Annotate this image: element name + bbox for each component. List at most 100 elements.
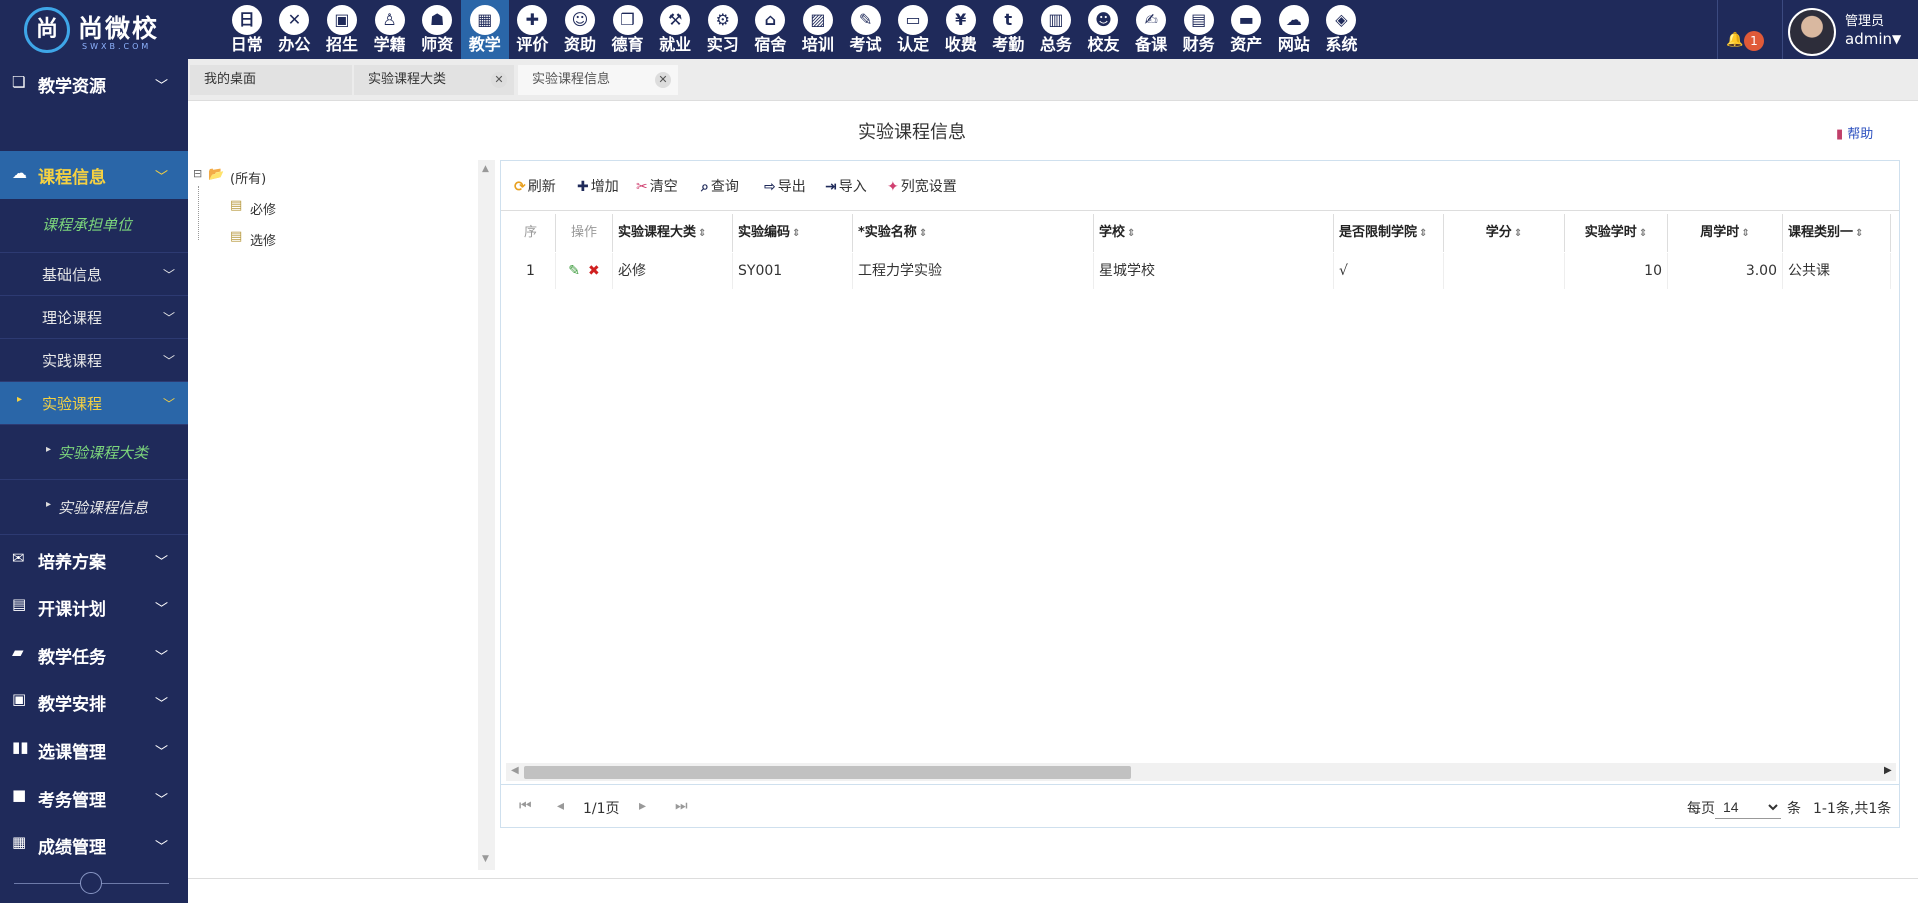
tab-lab-category[interactable]: 实验课程大类 ✕ [354, 65, 514, 95]
column-header-limit-college[interactable]: 是否限制学院 ⇕ [1334, 214, 1444, 252]
user-account[interactable]: admin [1845, 30, 1892, 48]
sidebar-item-theory-course[interactable]: 理论课程 ﹀ [0, 296, 188, 339]
collapse-icon[interactable]: ⊟ [193, 167, 202, 180]
scroll-up-icon[interactable]: ▲ [482, 164, 489, 174]
clear-button[interactable]: ✂ 清空 [636, 176, 678, 196]
sidebar-item-practice-course[interactable]: 实践课程 ﹀ [0, 339, 188, 382]
caret-down-icon[interactable]: ▼ [1892, 32, 1901, 46]
help-link[interactable]: ▮ 帮助 [1836, 123, 1873, 142]
close-icon[interactable]: ✕ [655, 72, 671, 88]
sidebar-item-label: 实验课程大类 [58, 444, 149, 462]
refresh-button[interactable]: ⟳ 刷新 [514, 176, 556, 196]
sidebar-item-course-selection[interactable]: ▮▮ 选课管理 ﹀ [0, 725, 188, 773]
scroll-right-icon[interactable]: ▶ [1884, 765, 1892, 776]
module-system[interactable]: ◈ 系统 [1318, 0, 1366, 59]
module-exam[interactable]: ✎ 考试 [842, 0, 890, 59]
query-button[interactable]: ⌕ 查询 [701, 176, 739, 196]
sidebar-item-grade-mgmt[interactable]: ▦ 成绩管理 ﹀ [0, 820, 188, 868]
prev-page-icon[interactable]: ◂ [557, 798, 564, 814]
avatar[interactable] [1788, 8, 1836, 56]
user-role[interactable]: 管理员 [1845, 14, 1884, 30]
delete-icon[interactable]: ✖ [588, 263, 600, 279]
tree-node[interactable]: 必修 [250, 199, 276, 218]
envelope-icon: ✉ [12, 549, 25, 567]
tab-lab-info[interactable]: 实验课程信息 ✕ [518, 65, 678, 95]
last-page-icon[interactable]: ⏭ [675, 798, 688, 814]
module-attendance[interactable]: t 考勤 [985, 0, 1033, 59]
module-moral[interactable]: ❒ 德育 [604, 0, 652, 59]
monitor-icon: ▭ [898, 5, 929, 35]
sidebar-item-course-unit[interactable]: 课程承担单位 [0, 199, 188, 253]
column-header-credit[interactable]: 学分 ⇕ [1444, 214, 1565, 252]
sidebar-item-course-info[interactable]: ☁ 课程信息 ﹀ [0, 151, 188, 199]
column-header-lab-hours[interactable]: 实验学时 ⇕ [1565, 214, 1668, 252]
add-button[interactable]: ✚ 增加 [577, 176, 619, 196]
scrollbar-thumb[interactable] [524, 766, 1131, 779]
module-internship[interactable]: ⚙ 实习 [699, 0, 747, 59]
column-header-school[interactable]: 学校 ⇕ [1094, 214, 1334, 252]
sidebar-item-basic-info[interactable]: 基础信息 ﹀ [0, 253, 188, 296]
data-grid: ⟳ 刷新 ✚ 增加 ✂ 清空 ⌕ 查询 ⇨ 导出 ⇥ 导入 ✦ 列宽设置 序 操作 实验课程大… [500, 160, 1900, 828]
scroll-left-icon[interactable]: ◀ [511, 765, 519, 776]
export-button[interactable]: ⇨ 导出 [764, 176, 806, 196]
column-header-weekly-hours[interactable]: 周学时 ⇕ [1668, 214, 1783, 252]
per-page-select[interactable]: 14 [1715, 795, 1781, 819]
module-training[interactable]: ▨ 培训 [794, 0, 842, 59]
module-website[interactable]: ☁ 网站 [1270, 0, 1318, 59]
sidebar-item-teaching-schedule[interactable]: ▣ 教学安排 ﹀ [0, 677, 188, 725]
bell-icon[interactable]: 🔔 [1726, 32, 1743, 48]
column-header-code[interactable]: 实验编码 ⇕ [733, 214, 853, 252]
tree-scrollbar[interactable]: ▲ ▼ [478, 160, 495, 870]
file-icon: ▤ [12, 595, 27, 613]
module-faculty[interactable]: ☗ 师资 [413, 0, 461, 59]
sidebar-item-course-plan[interactable]: ▤ 开课计划 ﹀ [0, 582, 188, 630]
chevron-down-icon: ﹀ [155, 697, 169, 712]
edit-icon[interactable]: ✎ [568, 263, 580, 279]
cell-course-type: 公共课 [1783, 253, 1891, 289]
tab-desktop[interactable]: 我的桌面 [190, 65, 352, 95]
next-page-icon[interactable]: ▸ [639, 798, 646, 814]
sidebar-slider-handle[interactable] [80, 872, 102, 894]
sidebar-item-lab-category[interactable]: ▸ 实验课程大类 [0, 425, 188, 480]
grid-toolbar: ⟳ 刷新 ✚ 增加 ✂ 清空 ⌕ 查询 ⇨ 导出 ⇥ 导入 ✦ 列宽设置 [501, 161, 1899, 211]
module-fees[interactable]: ¥ 收费 [937, 0, 985, 59]
first-page-icon[interactable]: ⏮ [519, 798, 532, 814]
scroll-down-icon[interactable]: ▼ [482, 854, 489, 864]
tree-node-root[interactable]: (所有) [230, 168, 266, 187]
sidebar-item-exam-mgmt[interactable]: ■ 考务管理 ﹀ [0, 773, 188, 820]
sidebar-item-training-plan[interactable]: ✉ 培养方案 ﹀ [0, 535, 188, 582]
module-alumni[interactable]: ☻ 校友 [1080, 0, 1128, 59]
sidebar-item-lab-course[interactable]: ▸ 实验课程 ﹀ [0, 382, 188, 425]
module-certification[interactable]: ▭ 认定 [889, 0, 937, 59]
sidebar-item-teaching-resources[interactable]: ❏ 教学资源 ﹀ [0, 59, 188, 107]
module-lesson-prep[interactable]: ✍ 备课 [1127, 0, 1175, 59]
calendar-icon: ▦ [469, 5, 500, 35]
logo[interactable]: 尚 尚微校 SWXB.COM [22, 5, 172, 55]
sidebar-item-lab-info[interactable]: ▸ 实验课程信息 [0, 480, 188, 535]
module-evaluation[interactable]: ✚ 评价 [509, 0, 557, 59]
module-dormitory[interactable]: ⌂ 宿舍 [747, 0, 795, 59]
module-teaching[interactable]: ▦ 教学 [460, 0, 509, 59]
module-general-affairs[interactable]: ▥ 总务 [1032, 0, 1080, 59]
column-width-button[interactable]: ✦ 列宽设置 [887, 176, 957, 196]
module-office[interactable]: ✕ 办公 [271, 0, 319, 59]
module-daily[interactable]: 日日常 [223, 0, 271, 59]
sidebar-item-teaching-task[interactable]: ▰ 教学任务 ﹀ [0, 630, 188, 677]
close-icon[interactable]: ✕ [491, 72, 507, 88]
column-header-course-type[interactable]: 课程类别一 ⇕ [1783, 214, 1891, 252]
module-student-status[interactable]: ♙ 学籍 [366, 0, 414, 59]
column-header-label: 学校 [1099, 225, 1126, 240]
tree-node[interactable]: 选修 [250, 230, 276, 249]
module-aid[interactable]: ☺ 资助 [556, 0, 604, 59]
module-employment[interactable]: ⚒ 就业 [651, 0, 699, 59]
module-assets[interactable]: ▬ 资产 [1222, 0, 1270, 59]
import-button[interactable]: ⇥ 导入 [825, 176, 867, 196]
column-header-category[interactable]: 实验课程大类 ⇕ [613, 214, 733, 252]
notification-badge[interactable]: 1 [1744, 31, 1764, 51]
horizontal-scrollbar[interactable]: ◀ ▶ [506, 763, 1896, 781]
module-enrollment[interactable]: ▣ 招生 [318, 0, 366, 59]
module-finance[interactable]: ▤ 财务 [1175, 0, 1223, 59]
home-icon: ⌂ [755, 5, 786, 35]
column-header-name[interactable]: *实验名称 ⇕ [853, 214, 1094, 252]
sidebar-item-label: 实验课程信息 [58, 499, 149, 517]
